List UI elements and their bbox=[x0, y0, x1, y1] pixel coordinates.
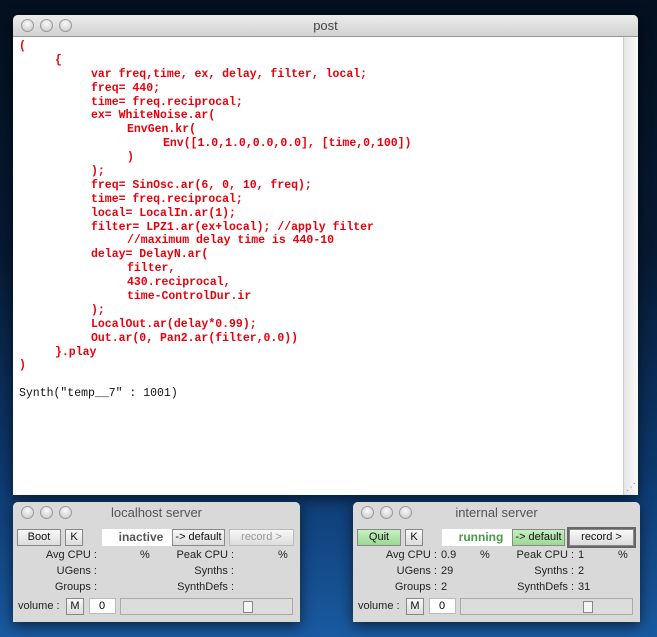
code-line: Env([1.0,1.0,0.0,0.0], [time,0,100]) bbox=[163, 137, 412, 151]
volume-slider[interactable] bbox=[460, 598, 633, 615]
boot-quit-button[interactable]: Quit bbox=[357, 529, 401, 546]
code-line: freq= 440; bbox=[91, 81, 161, 95]
minimize-button[interactable] bbox=[380, 506, 393, 519]
groups-label: Groups : bbox=[394, 581, 437, 593]
close-button[interactable] bbox=[21, 19, 34, 32]
window-title: localhost server bbox=[110, 505, 203, 520]
server-status: running bbox=[442, 529, 520, 546]
volume-input[interactable]: 0 bbox=[429, 598, 456, 614]
code-line: Out.ar(0, Pan2.ar(filter,0.0)) bbox=[91, 331, 299, 345]
code-line: time-ControlDur.ir bbox=[127, 290, 252, 304]
internal-server-window: internal server Quit K running -> defaul… bbox=[353, 502, 640, 622]
code-line: filter, bbox=[127, 262, 176, 276]
synths-value: 2 bbox=[578, 565, 585, 577]
code-line: ) bbox=[19, 359, 26, 373]
boot-quit-button[interactable]: Boot bbox=[17, 529, 61, 546]
code-line: }.play bbox=[55, 345, 97, 359]
code-line: 430.reciprocal, bbox=[127, 276, 231, 290]
synthdefs-label: SynthDefs : bbox=[177, 581, 234, 593]
peak-cpu-percent: % bbox=[278, 549, 288, 561]
code-line: time= freq.reciprocal; bbox=[91, 192, 243, 206]
window-title: post bbox=[313, 18, 338, 33]
zoom-button[interactable] bbox=[399, 506, 412, 519]
code-line: ); bbox=[91, 165, 105, 179]
post-output-line bbox=[19, 373, 623, 387]
volume-label: volume : bbox=[18, 600, 60, 612]
code-line: ) bbox=[127, 151, 134, 165]
code-line: var freq,time, ex, delay, filter, local; bbox=[91, 67, 368, 81]
code-line: EnvGen.kr( bbox=[127, 123, 197, 137]
ugens-value: 29 bbox=[441, 565, 454, 577]
mute-button[interactable]: M bbox=[406, 598, 424, 615]
ugens-label: UGens : bbox=[396, 565, 437, 577]
volume-input[interactable]: 0 bbox=[89, 598, 116, 614]
mute-button[interactable]: M bbox=[66, 598, 84, 615]
peak-cpu-label: Peak CPU : bbox=[176, 549, 234, 561]
close-button[interactable] bbox=[21, 506, 34, 519]
post-text-area[interactable]: ( { var freq,time, ex, delay, filter, loca… bbox=[13, 37, 623, 495]
close-button[interactable] bbox=[361, 506, 374, 519]
post-window: post ( { var freq,time, ex, delay, filter,… bbox=[13, 15, 638, 495]
post-output-line: Synth("temp__7" : 1001) bbox=[19, 387, 178, 401]
synthdefs-value: 31 bbox=[578, 581, 591, 593]
record-button[interactable]: record > bbox=[567, 527, 636, 548]
kill-button[interactable]: K bbox=[65, 529, 83, 546]
peak-cpu-percent: % bbox=[618, 549, 628, 561]
avg-cpu-label: Avg CPU : bbox=[45, 549, 97, 561]
code-line: { bbox=[55, 53, 62, 67]
code-line: ); bbox=[91, 303, 105, 317]
code-line: delay= DelayN.ar( bbox=[91, 248, 209, 262]
resize-grip-icon[interactable]: ⋰ bbox=[626, 482, 636, 493]
synths-label: Synths : bbox=[194, 565, 234, 577]
volume-slider-knob[interactable] bbox=[582, 601, 593, 613]
avg-cpu-percent: % bbox=[140, 549, 150, 561]
zoom-button[interactable] bbox=[59, 506, 72, 519]
window-title: internal server bbox=[455, 505, 538, 520]
vertical-scrollbar[interactable]: ⋰ bbox=[623, 37, 638, 495]
volume-slider[interactable] bbox=[120, 598, 293, 615]
avg-cpu-percent: % bbox=[480, 549, 490, 561]
avg-cpu-label: Avg CPU : bbox=[385, 549, 437, 561]
zoom-button[interactable] bbox=[59, 19, 72, 32]
code-line: //maximum delay time is 440-10 bbox=[127, 234, 335, 248]
kill-button[interactable]: K bbox=[405, 529, 423, 546]
code-line: ex= WhiteNoise.ar( bbox=[91, 109, 216, 123]
code-line: LocalOut.ar(delay*0.99); bbox=[91, 317, 257, 331]
default-button[interactable]: -> default bbox=[172, 529, 225, 546]
synths-label: Synths : bbox=[534, 565, 574, 577]
volume-slider-knob[interactable] bbox=[242, 601, 253, 613]
localhost-server-window: localhost server Boot K inactive -> defa… bbox=[13, 502, 300, 622]
groups-value: 2 bbox=[441, 581, 448, 593]
minimize-button[interactable] bbox=[40, 506, 53, 519]
code-line: local= LocalIn.ar(1); bbox=[91, 206, 236, 220]
code-line: filter= LPZ1.ar(ex+local); //apply filte… bbox=[91, 220, 374, 234]
record-button[interactable]: record > bbox=[229, 529, 294, 546]
volume-label: volume : bbox=[358, 600, 400, 612]
peak-cpu-value: 1 bbox=[578, 549, 585, 561]
groups-label: Groups : bbox=[54, 581, 97, 593]
ugens-label: UGens : bbox=[56, 565, 97, 577]
peak-cpu-label: Peak CPU : bbox=[516, 549, 574, 561]
post-titlebar[interactable]: post bbox=[13, 15, 638, 37]
synthdefs-label: SynthDefs : bbox=[517, 581, 574, 593]
default-button[interactable]: -> default bbox=[512, 529, 565, 546]
minimize-button[interactable] bbox=[40, 19, 53, 32]
server-status: inactive bbox=[102, 529, 180, 546]
code-line: time= freq.reciprocal; bbox=[91, 95, 243, 109]
avg-cpu-value: 0.9 bbox=[441, 549, 457, 561]
code-line: freq= SinOsc.ar(6, 0, 10, freq); bbox=[91, 178, 312, 192]
code-line: ( bbox=[19, 40, 26, 53]
